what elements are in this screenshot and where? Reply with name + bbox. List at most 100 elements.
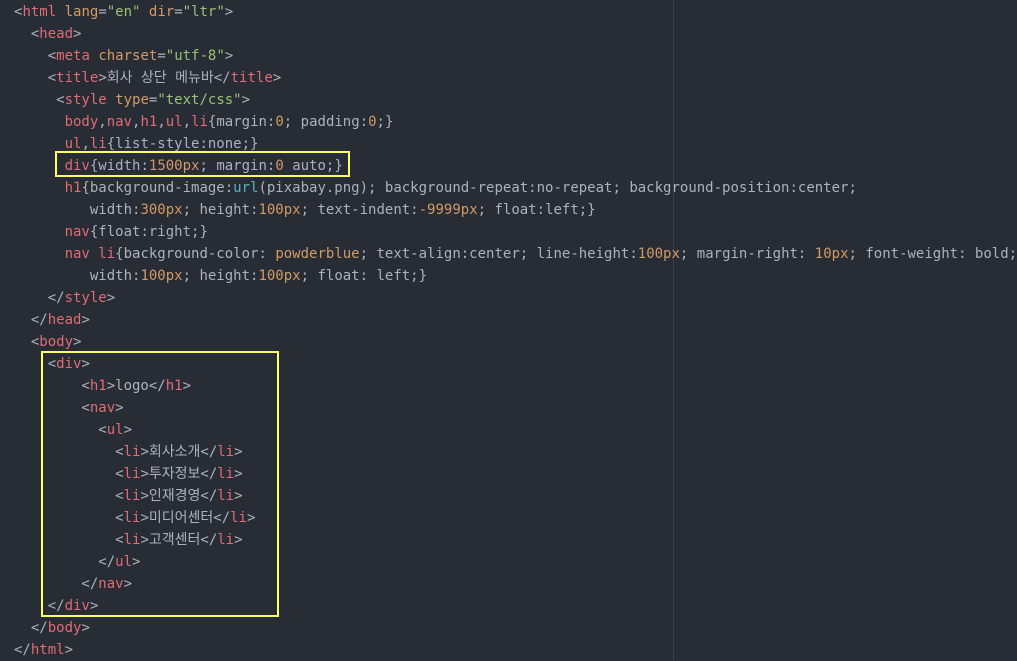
code-token: < <box>14 356 56 372</box>
code-token: >회사 상단 메뉴바</ <box>98 70 230 86</box>
code-token: 100px <box>258 202 300 218</box>
code-token: </ <box>14 576 98 592</box>
code-token: > <box>225 48 233 64</box>
code-line: h1{background-image:url(pixabay.png); ba… <box>14 177 857 199</box>
code-token: body <box>39 334 73 350</box>
code-token: li <box>124 510 141 526</box>
code-editor[interactable]: <html lang="en" dir="ltr"> <head> <meta … <box>0 0 1017 660</box>
code-token: nav <box>90 400 115 416</box>
code-token: ; margin: <box>199 158 275 174</box>
code-token: 100px <box>258 268 300 284</box>
code-token: {list-style:none;} <box>107 136 259 152</box>
code-token: html <box>22 4 56 20</box>
code-line: <div> <box>14 353 90 375</box>
code-token: li <box>217 532 234 548</box>
code-token: ; height: <box>183 202 259 218</box>
code-token: dir <box>149 4 174 20</box>
code-line: </head> <box>14 309 90 331</box>
code-token: < <box>14 466 124 482</box>
code-token: < <box>14 92 65 108</box>
code-token: = <box>157 48 165 64</box>
code-token: </ <box>14 554 115 570</box>
code-token: ; margin-right: <box>680 246 815 262</box>
code-line: <meta charset="utf-8"> <box>14 45 233 67</box>
code-token <box>14 114 65 130</box>
code-line: ul,li{list-style:none;} <box>14 133 258 155</box>
code-token: > <box>247 510 255 526</box>
code-line: <style type="text/css"> <box>14 89 250 111</box>
code-token: >미디어센터</ <box>140 510 230 526</box>
code-token: </ <box>14 642 31 658</box>
code-token: url <box>233 180 258 196</box>
code-token: </ <box>14 312 48 328</box>
code-token: 100px <box>140 268 182 284</box>
code-token: > <box>124 422 132 438</box>
code-line: <li>회사소개</li> <box>14 441 243 463</box>
code-token: > <box>183 378 191 394</box>
code-token <box>14 180 65 196</box>
code-token: < <box>14 532 124 548</box>
code-token: = <box>174 4 182 20</box>
code-token: > <box>81 620 89 636</box>
code-token: < <box>14 400 90 416</box>
code-line: <h1>logo</h1> <box>14 375 191 397</box>
code-token: 0 <box>275 114 283 130</box>
code-token: nav li <box>65 246 116 262</box>
code-token <box>14 224 65 240</box>
code-token: li <box>191 114 208 130</box>
code-line: nav li{background-color: powderblue; tex… <box>14 243 1017 265</box>
code-token: < <box>14 488 124 504</box>
code-token: h1 <box>166 378 183 394</box>
code-token: body <box>65 114 99 130</box>
code-token: ul <box>107 422 124 438</box>
code-token: width: <box>14 202 140 218</box>
code-token: style <box>65 290 107 306</box>
code-token: >고객센터</ <box>140 532 217 548</box>
code-token: li <box>217 488 234 504</box>
code-token: li <box>124 444 141 460</box>
code-line: <li>미디어센터</li> <box>14 507 255 529</box>
code-token: body <box>48 620 82 636</box>
code-token <box>14 136 65 152</box>
code-token: , <box>81 136 89 152</box>
code-token: , <box>183 114 191 130</box>
code-line: <nav> <box>14 397 124 419</box>
code-token: , <box>157 114 165 130</box>
code-token: html <box>31 642 65 658</box>
code-token: > <box>273 70 281 86</box>
code-line: <li>인재경영</li> <box>14 485 243 507</box>
code-token: > <box>234 488 242 504</box>
code-token: ul <box>115 554 132 570</box>
code-token: li <box>90 136 107 152</box>
code-line: div{width:1500px; margin:0 auto;} <box>14 155 343 177</box>
code-token: > <box>73 334 81 350</box>
code-token: div <box>65 598 90 614</box>
code-token: h1 <box>90 378 107 394</box>
code-line: <li>고객센터</li> <box>14 529 243 551</box>
code-token: meta <box>56 48 90 64</box>
code-token: {float:right;} <box>90 224 208 240</box>
code-token: auto;} <box>284 158 343 174</box>
code-token: li <box>230 510 247 526</box>
code-token: = <box>98 4 106 20</box>
code-token: >회사소개</ <box>140 444 217 460</box>
code-token: ul <box>166 114 183 130</box>
code-token: ; float:left;} <box>478 202 596 218</box>
code-token: > <box>132 554 140 570</box>
code-token <box>14 158 65 174</box>
code-token: head <box>48 312 82 328</box>
code-token: < <box>14 444 124 460</box>
code-token: li <box>124 466 141 482</box>
code-token: (pixabay.png); background-repeat:no-repe… <box>258 180 856 196</box>
code-token: ; text-indent: <box>301 202 419 218</box>
code-token: {width: <box>90 158 149 174</box>
code-token: {background-color: <box>115 246 275 262</box>
code-token: lang <box>65 4 99 20</box>
code-token: li <box>217 444 234 460</box>
code-token: > <box>81 356 89 372</box>
code-token: > <box>81 312 89 328</box>
code-token: > <box>124 576 132 592</box>
code-line: </html> <box>14 639 73 661</box>
code-token: style <box>65 92 107 108</box>
code-token: div <box>56 356 81 372</box>
